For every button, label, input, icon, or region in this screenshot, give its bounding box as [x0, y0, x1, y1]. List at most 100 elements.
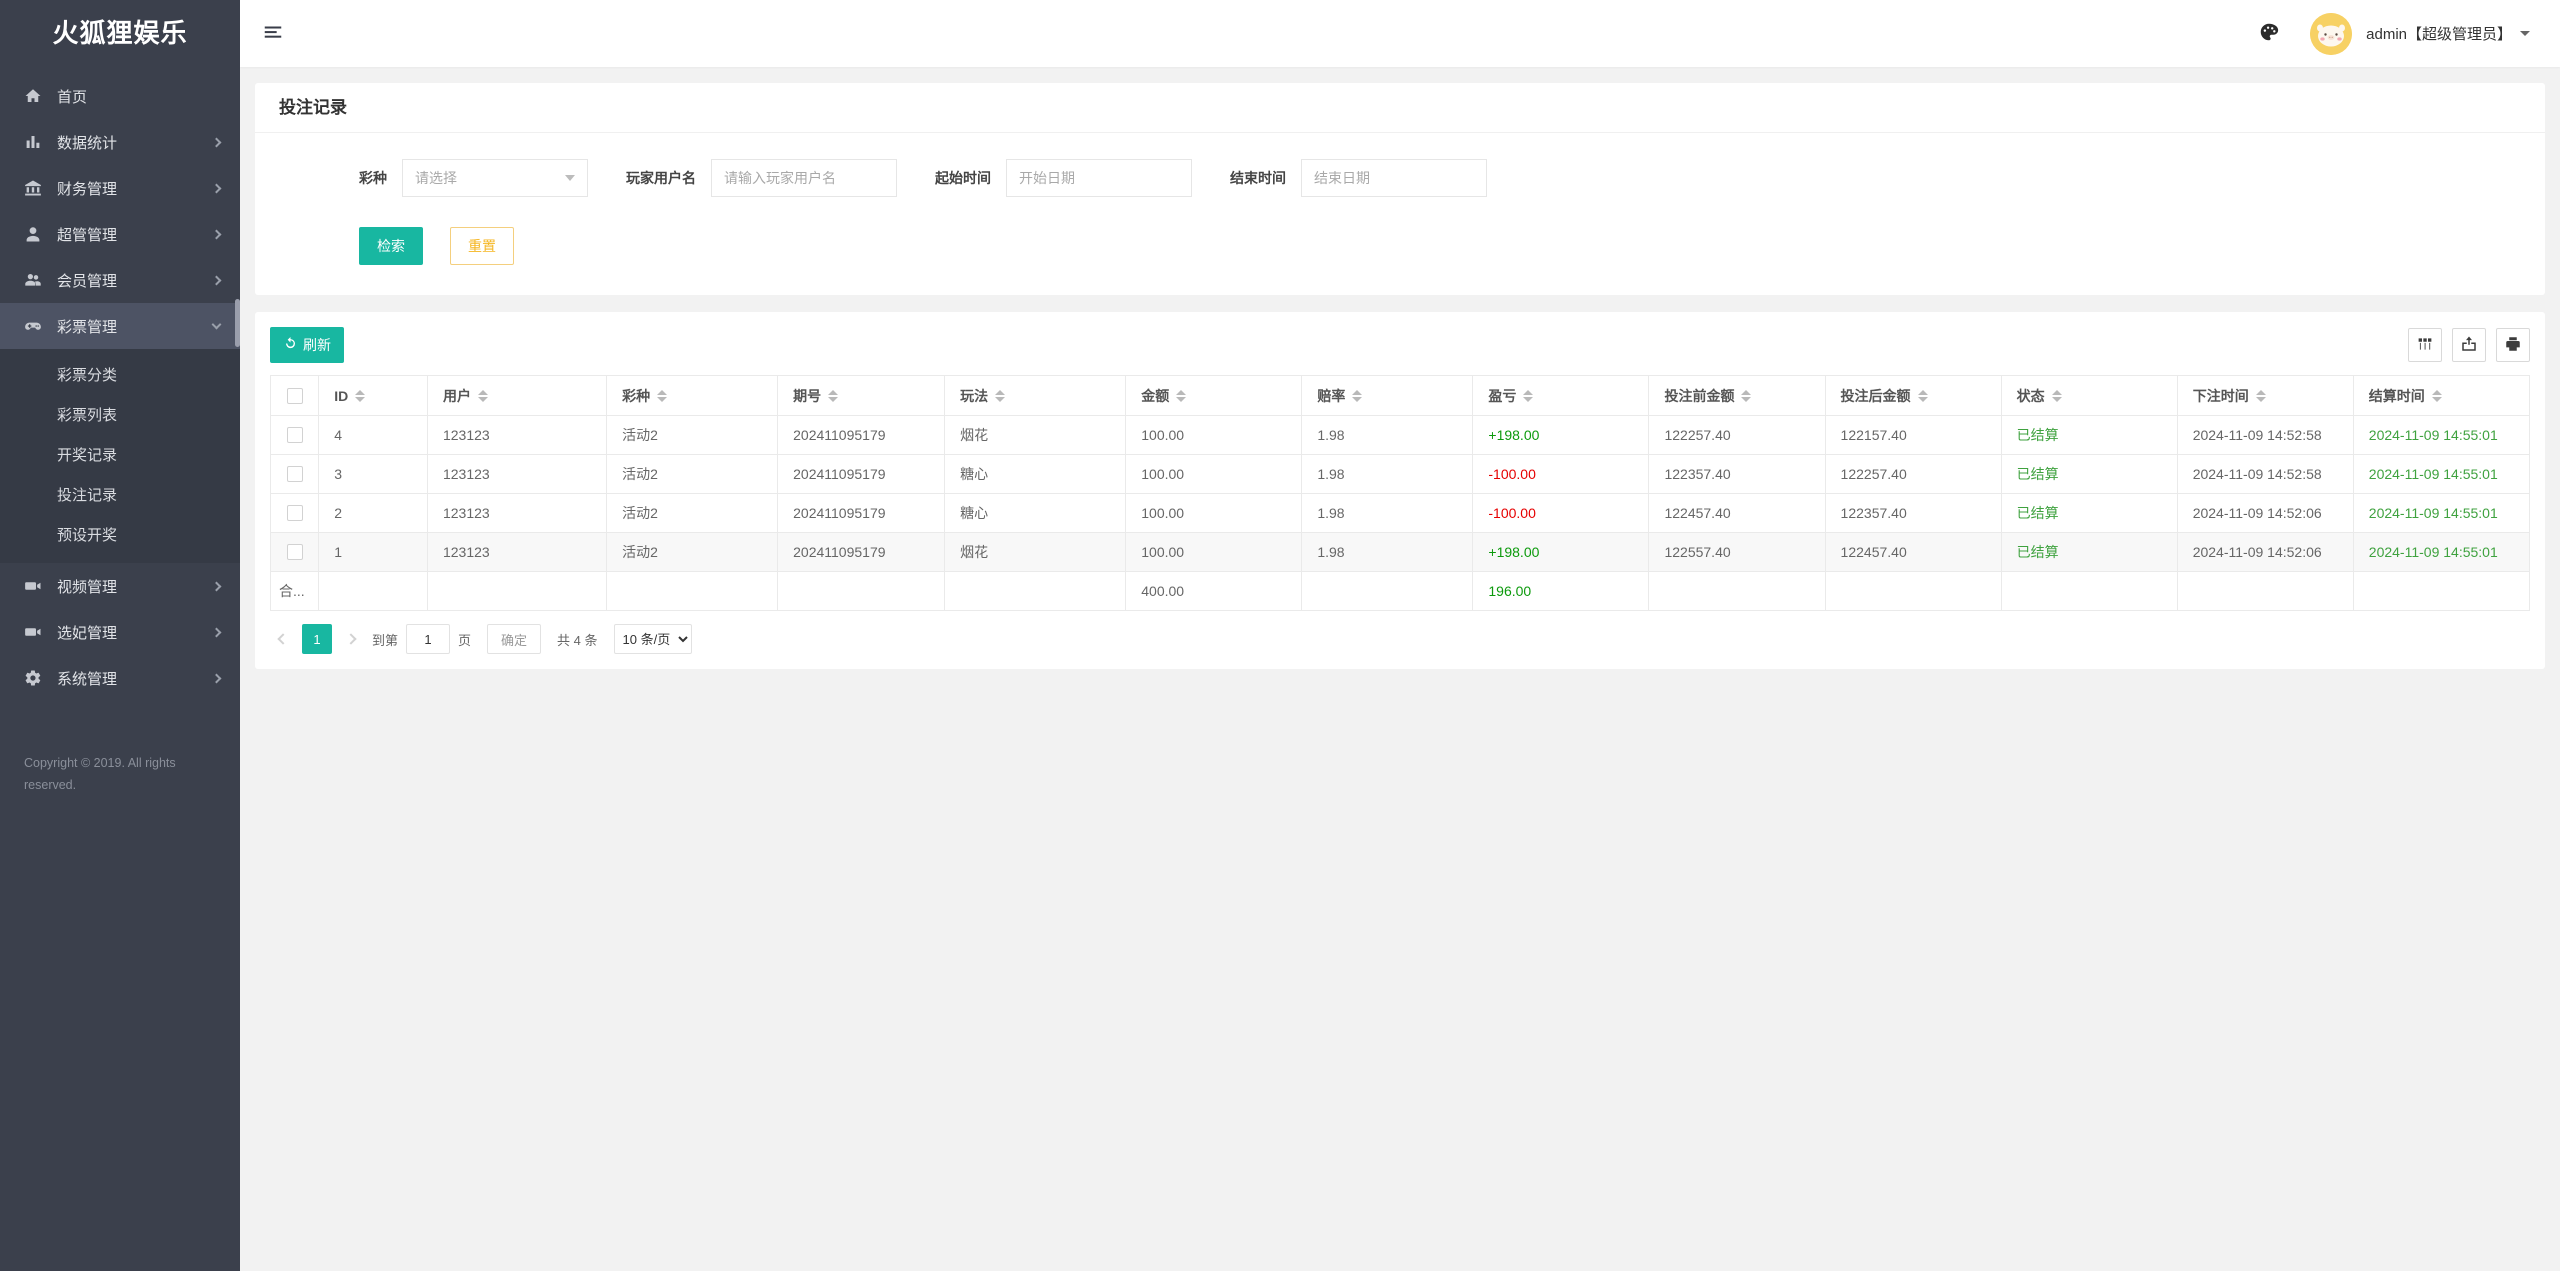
table-toolbar: 刷新 [270, 327, 2530, 363]
cell-settle-time: 2024-11-09 14:55:01 [2353, 533, 2529, 572]
start-time-group: 起始时间 [935, 159, 1192, 197]
print-button[interactable] [2496, 328, 2530, 362]
lottery-type-group: 彩种 请选择 [359, 159, 588, 197]
print-icon [2504, 335, 2522, 356]
refresh-icon [283, 336, 298, 354]
sort-control[interactable] [1741, 390, 1751, 402]
sidebar-item-draw-records[interactable]: 开奖记录 [0, 436, 240, 476]
goto-label: 到第 [372, 630, 398, 649]
sidebar-item-video[interactable]: 视频管理 [0, 563, 240, 609]
refresh-button[interactable]: 刷新 [270, 327, 344, 363]
next-page-button[interactable] [338, 624, 364, 654]
filter-columns-button[interactable] [2408, 328, 2442, 362]
lottery-type-select[interactable]: 请选择 [402, 159, 588, 197]
sort-control[interactable] [478, 390, 488, 402]
col-header-before: 投注前金额 [1649, 376, 1825, 416]
player-name-label: 玩家用户名 [626, 168, 696, 188]
people-icon [24, 271, 42, 289]
cell-after: 122357.40 [1825, 494, 2001, 533]
cell-user: 123123 [427, 494, 606, 533]
gear-icon [24, 669, 42, 687]
export-button[interactable] [2452, 328, 2486, 362]
cell-user: 123123 [427, 416, 606, 455]
filter-form: 彩种 请选择 玩家用户名 起始时间 [255, 133, 2545, 295]
cell-status: 已结算 [2001, 533, 2177, 572]
reset-button[interactable]: 重置 [450, 227, 514, 265]
sort-control[interactable] [355, 390, 365, 402]
col-header-user: 用户 [427, 376, 606, 416]
cell-id: 2 [319, 494, 428, 533]
cell-lottery: 活动2 [607, 533, 778, 572]
table-row: 1 123123 活动2 202411095179 烟花 100.00 1.98… [271, 533, 2530, 572]
cell-id: 1 [319, 533, 428, 572]
goto-confirm-button[interactable]: 确定 [487, 624, 541, 654]
sidebar-item-lottery-category[interactable]: 彩票分类 [0, 356, 240, 396]
user-menu-trigger[interactable]: admin【超级管理员】 [2366, 23, 2530, 44]
theme-button[interactable] [2256, 21, 2282, 47]
sort-control[interactable] [1176, 390, 1186, 402]
per-page-select[interactable]: 10 条/页 [614, 624, 692, 654]
sidebar-item-concubine[interactable]: 选妃管理 [0, 609, 240, 655]
hamburger-icon [262, 31, 284, 46]
sidebar-item-bet-records[interactable]: 投注记录 [0, 476, 240, 516]
sidebar-item-preset-draw[interactable]: 预设开奖 [0, 516, 240, 556]
sidebar-item-system[interactable]: 系统管理 [0, 655, 240, 701]
sort-control[interactable] [2256, 390, 2266, 402]
sidebar-item-members[interactable]: 会员管理 [0, 257, 240, 303]
cell-bet-time: 2024-11-09 14:52:58 [2177, 455, 2353, 494]
cell-profit: -100.00 [1473, 455, 1649, 494]
goto-page-input[interactable] [406, 624, 450, 654]
prev-page-button[interactable] [270, 624, 296, 654]
sidebar-item-home[interactable]: 首页 [0, 73, 240, 119]
cell-profit: +198.00 [1473, 416, 1649, 455]
sidebar-item-lottery-list[interactable]: 彩票列表 [0, 396, 240, 436]
sidebar-item-finance[interactable]: 财务管理 [0, 165, 240, 211]
sort-control[interactable] [2432, 390, 2442, 402]
cell-bet-time: 2024-11-09 14:52:58 [2177, 416, 2353, 455]
row-checkbox[interactable] [287, 505, 303, 521]
col-header-bet-time: 下注时间 [2177, 376, 2353, 416]
row-checkbox[interactable] [287, 466, 303, 482]
username: admin【超级管理员】 [2366, 23, 2512, 44]
sort-control[interactable] [1523, 390, 1533, 402]
lottery-type-label: 彩种 [359, 168, 387, 188]
col-header-after: 投注后金额 [1825, 376, 2001, 416]
cell-settle-time: 2024-11-09 14:55:01 [2353, 455, 2529, 494]
sort-control[interactable] [828, 390, 838, 402]
col-header-odds: 赔率 [1302, 376, 1473, 416]
page-number-current[interactable]: 1 [302, 624, 332, 654]
summary-profit: 196.00 [1473, 572, 1649, 611]
page-title: 投注记录 [255, 83, 2545, 133]
copyright-text: Copyright © 2019. All rights reserved. [0, 753, 240, 797]
sort-control[interactable] [2052, 390, 2062, 402]
table-row: 2 123123 活动2 202411095179 糖心 100.00 1.98… [271, 494, 2530, 533]
lottery-submenu: 彩票分类 彩票列表 开奖记录 投注记录 预设开奖 [0, 349, 240, 563]
select-all-checkbox[interactable] [287, 388, 303, 404]
sort-control[interactable] [1352, 390, 1362, 402]
col-header-play: 玩法 [945, 376, 1126, 416]
sort-control[interactable] [995, 390, 1005, 402]
sidebar-item-lottery[interactable]: 彩票管理 [0, 303, 240, 349]
end-date-input[interactable] [1301, 159, 1487, 197]
sidebar-scrollbar[interactable] [235, 299, 240, 347]
cell-amount: 100.00 [1126, 416, 1302, 455]
sidebar-collapse-button[interactable] [260, 21, 286, 47]
search-button[interactable]: 检索 [359, 227, 423, 265]
table-row: 3 123123 活动2 202411095179 糖心 100.00 1.98… [271, 455, 2530, 494]
top-header: admin【超级管理员】 [240, 0, 2560, 67]
sidebar-item-superadmin[interactable]: 超管管理 [0, 211, 240, 257]
row-checkbox[interactable] [287, 427, 303, 443]
main-area: admin【超级管理员】 投注记录 彩种 请选择 玩家 [240, 0, 2560, 1271]
row-checkbox[interactable] [287, 544, 303, 560]
sidebar-item-statistics[interactable]: 数据统计 [0, 119, 240, 165]
sidebar-item-label: 财务管理 [57, 178, 117, 199]
sidebar-menu: 首页 数据统计 财务管理 超管管理 会 [0, 67, 240, 701]
player-name-input[interactable] [711, 159, 897, 197]
start-date-input[interactable] [1006, 159, 1192, 197]
summary-amount: 400.00 [1126, 572, 1302, 611]
gamepad-icon [24, 317, 42, 335]
cell-lottery: 活动2 [607, 455, 778, 494]
summary-row: 合... 400.00 196.00 [271, 572, 2530, 611]
sort-control[interactable] [1918, 390, 1928, 402]
sort-control[interactable] [657, 390, 667, 402]
